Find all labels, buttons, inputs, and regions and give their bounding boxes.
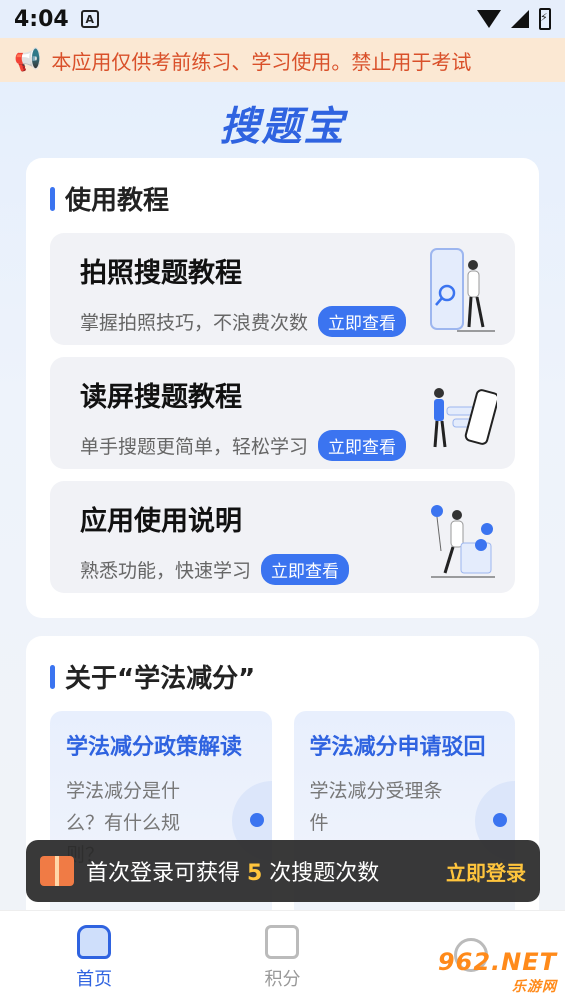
- phone-search-illustration-icon: [430, 248, 495, 332]
- toast-text: 首次登录可获得 5 次搜题次数: [86, 855, 434, 887]
- tutorial-heading: 使用教程: [50, 180, 515, 217]
- watermark-sub: 乐游网: [512, 979, 557, 995]
- nav-home[interactable]: 首页: [0, 911, 188, 1004]
- balloons-illustration-icon: [431, 505, 495, 578]
- view-now-button[interactable]: 立即查看: [261, 554, 350, 585]
- nav-points-label: 积分: [264, 968, 301, 990]
- signal-icon: [511, 10, 529, 28]
- login-now-button[interactable]: 立即登录: [446, 857, 526, 886]
- tutorial-item-desc: 单手搜题更简单，轻松学习: [80, 436, 309, 458]
- login-toast: 首次登录可获得 5 次搜题次数 立即登录: [26, 840, 540, 902]
- app-title: 搜题宝: [219, 104, 346, 150]
- status-time: 4:04: [14, 6, 69, 32]
- wifi-icon: [477, 10, 501, 28]
- watermark-main: 962.NET: [437, 948, 557, 976]
- tutorial-item-desc: 熟悉功能，快速学习: [80, 560, 252, 582]
- tutorial-item-title: 应用使用说明: [80, 506, 242, 537]
- view-now-button[interactable]: 立即查看: [318, 430, 407, 461]
- tutorial-item-desc: 掌握拍照技巧，不浪费次数: [80, 312, 309, 334]
- tutorial-item-title: 读屏搜题教程: [80, 382, 242, 413]
- tutorial-item-title: 拍照搜题教程: [80, 258, 242, 289]
- toast-count: 5: [247, 861, 263, 886]
- about-heading-text: 关于“学法减分”: [65, 664, 256, 694]
- tutorial-item-guide[interactable]: 应用使用说明 熟悉功能，快速学习 立即查看: [50, 481, 515, 593]
- megaphone-icon: 📢: [14, 47, 42, 73]
- decor-dot: [249, 813, 264, 827]
- status-bar: 4:04 A: [0, 0, 565, 38]
- view-now-button[interactable]: 立即查看: [318, 306, 407, 337]
- points-icon: [265, 924, 300, 959]
- tutorial-item-screen[interactable]: 读屏搜题教程 单手搜题更简单，轻松学习 立即查看: [50, 357, 515, 469]
- screen-reading-illustration-icon: [433, 388, 497, 448]
- decor-dot: [493, 813, 507, 827]
- notice-text: 本应用仅供考前练习、学习使用。禁止用于考试: [51, 49, 472, 74]
- about-item-title: 学法减分申请驳回: [309, 735, 486, 760]
- section-bar: [50, 186, 55, 211]
- section-bar: [50, 664, 55, 689]
- about-heading: 关于“学法减分”: [50, 658, 515, 695]
- about-item-title: 学法减分政策解读: [66, 735, 243, 760]
- notice-bar: 📢 本应用仅供考前练习、学习使用。禁止用于考试: [0, 38, 565, 82]
- home-icon: [77, 924, 112, 959]
- tutorial-heading-text: 使用教程: [65, 186, 170, 216]
- nav-home-label: 首页: [76, 968, 113, 990]
- tutorial-card: 使用教程 拍照搜题教程 掌握拍照技巧，不浪费次数 立即查看 读屏搜题教程 单手搜…: [26, 158, 539, 618]
- toast-prefix: 首次登录可获得: [86, 861, 247, 886]
- notification-icon: A: [80, 10, 99, 28]
- gift-icon: [40, 856, 74, 886]
- battery-icon: [539, 8, 551, 30]
- about-item-desc: 学法减分受理条件: [309, 780, 443, 834]
- watermark: 962.NET 乐游网: [438, 948, 557, 996]
- tutorial-item-photo[interactable]: 拍照搜题教程 掌握拍照技巧，不浪费次数 立即查看: [50, 233, 515, 345]
- toast-suffix: 次搜题次数: [262, 861, 380, 886]
- nav-points[interactable]: 积分: [188, 911, 376, 1004]
